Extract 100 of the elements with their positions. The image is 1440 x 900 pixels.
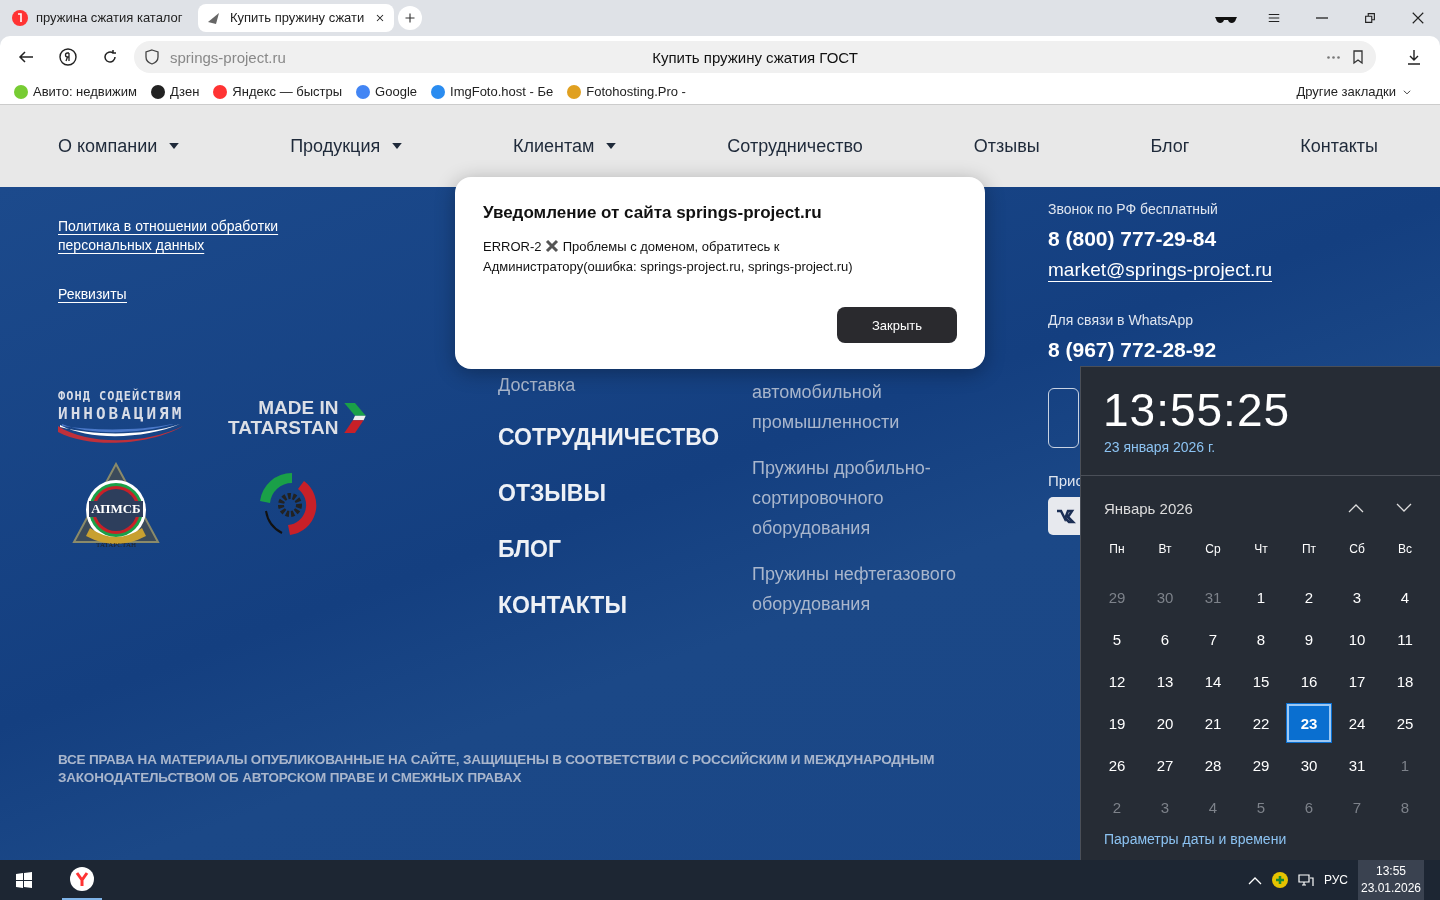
more-icon	[1327, 55, 1340, 59]
other-bookmarks-button[interactable]: Другие закладки	[1296, 84, 1412, 100]
date-link[interactable]: 23 января 2026 г.	[1081, 437, 1216, 455]
network-icon	[1297, 872, 1314, 888]
vk-icon	[1056, 508, 1076, 524]
phone-number[interactable]: 8 (967) 772-28-92	[1048, 338, 1440, 362]
calendar-day[interactable]: 16	[1287, 662, 1331, 700]
calendar-day[interactable]: 1	[1383, 746, 1427, 784]
chevron-up-icon	[1348, 503, 1364, 513]
footer-section-link[interactable]: ОТЗЫВЫ	[498, 480, 752, 507]
calendar-day[interactable]: 8	[1239, 620, 1283, 658]
bookmark-item[interactable]: ImgFoto.host - Бе	[431, 84, 554, 100]
footer-section-link[interactable]: СОТРУДНИЧЕСТВО	[498, 424, 752, 451]
calendar-day[interactable]: 10	[1335, 620, 1379, 658]
language-indicator[interactable]: РУС	[1323, 873, 1348, 887]
minimize-icon	[1316, 16, 1328, 19]
phone-number[interactable]: 8 (800) 777-29-84	[1048, 227, 1440, 251]
calendar-day[interactable]: 2	[1287, 578, 1331, 616]
date-settings-link[interactable]: Параметры даты и времени	[1081, 831, 1287, 847]
windows-icon	[16, 872, 32, 888]
browser-logo-icon	[70, 867, 94, 891]
calendar-day[interactable]: 17	[1335, 662, 1379, 700]
bookmark-item[interactable]: Авито: недвижим	[14, 84, 137, 100]
weekday-label: Сб	[1348, 541, 1366, 558]
contact-label: Для связи в WhatsApp	[1048, 312, 1195, 328]
calendar-day[interactable]: 3	[1143, 788, 1187, 826]
emblem-text: АПМСБ	[89, 501, 143, 517]
browser-tab[interactable]: пружина сжатия каталог	[4, 3, 194, 32]
calendar-day[interactable]: 8	[1383, 788, 1427, 826]
calendar-day[interactable]: 11	[1383, 620, 1427, 658]
nav-item[interactable]: Продукция	[290, 135, 403, 157]
clock-time: 13:55:25	[1102, 383, 1292, 437]
chevron-up-icon	[1247, 875, 1262, 885]
weekday-label: Пт	[1300, 541, 1318, 558]
tray-app-icon	[1271, 872, 1288, 888]
weekday-label: Ср	[1204, 541, 1222, 558]
requisites-link[interactable]: Реквизиты	[58, 286, 127, 303]
chevron-down-icon	[1396, 503, 1412, 513]
download-icon	[1406, 49, 1422, 66]
calendar-day[interactable]: 7	[1191, 620, 1235, 658]
product-link[interactable]: автомобильной промышленности	[752, 377, 982, 437]
address-bar[interactable]: springs-project.ru Купить пружину сжатия ГОСТ	[134, 41, 1376, 74]
policy-link[interactable]: Политика в отношении обработки персональных данных	[58, 217, 290, 255]
shield-icon	[144, 49, 160, 66]
calendar-day[interactable]: 28	[1191, 746, 1235, 784]
calendar-day[interactable]: 30	[1287, 746, 1331, 784]
footer-link[interactable]: Доставка	[498, 375, 752, 396]
calendar-day[interactable]: 21	[1191, 704, 1235, 742]
logo-text: ФОНД СОДЕЙСТВИЯ	[58, 389, 183, 404]
browser-tab[interactable]: Купить пружину сжати	[198, 3, 394, 32]
calendar-day[interactable]: 7	[1335, 788, 1379, 826]
close-dialog-button[interactable]: Закрыть	[837, 307, 957, 343]
email-link[interactable]: market@springs-project.ru	[1048, 259, 1273, 282]
footer-section-link[interactable]: КОНТАКТЫ	[498, 592, 752, 619]
calendar-day[interactable]: 4	[1383, 578, 1427, 616]
new-tab-button[interactable]	[398, 5, 422, 30]
bookmark-item[interactable]: Яндекс — быстры	[213, 84, 343, 100]
calendar-day[interactable]: 13	[1143, 662, 1187, 700]
nav-item[interactable]: Контакты	[1300, 135, 1378, 157]
calendar-day[interactable]: 20	[1143, 704, 1187, 742]
nav-item[interactable]: Блог	[1150, 135, 1190, 157]
calendar-day[interactable]: 18	[1383, 662, 1427, 700]
calendar-day[interactable]: 30	[1143, 578, 1187, 616]
bookmark-item[interactable]: Fotohosting.Pro -	[567, 84, 686, 100]
bookmark-item[interactable]: Дзен	[150, 84, 200, 100]
calendar-day[interactable]: 1	[1239, 578, 1283, 616]
weekday-label: Чт	[1253, 541, 1269, 558]
calendar-day[interactable]: 26	[1095, 746, 1139, 784]
bookmark-item[interactable]: Google	[356, 84, 418, 100]
bookmark-icon	[1350, 49, 1366, 66]
calendar-day[interactable]: 2	[1095, 788, 1139, 826]
product-link[interactable]: Пружины нефтегазового оборудования	[752, 559, 982, 619]
calendar-day[interactable]: 15	[1239, 662, 1283, 700]
nav-item[interactable]: Сотрудничество	[727, 135, 863, 157]
nav-item[interactable]: О компании	[58, 135, 180, 157]
nav-item[interactable]: Клиентам	[513, 135, 617, 157]
outline-button[interactable]	[1048, 388, 1079, 448]
calendar-day[interactable]: 12	[1095, 662, 1139, 700]
calendar-day[interactable]: 5	[1095, 620, 1139, 658]
calendar-day[interactable]: 6	[1143, 620, 1187, 658]
calendar-day[interactable]: 29	[1095, 578, 1139, 616]
calendar-day[interactable]: 25	[1383, 704, 1427, 742]
calendar-day[interactable]: 6	[1287, 788, 1331, 826]
footer-section-link[interactable]: БЛОГ	[498, 536, 752, 563]
calendar-day[interactable]: 23	[1287, 704, 1331, 742]
calendar-day[interactable]: 19	[1095, 704, 1139, 742]
calendar-day[interactable]: 3	[1335, 578, 1379, 616]
calendar-day[interactable]: 27	[1143, 746, 1187, 784]
product-link[interactable]: Пружины дробильно-сортировочного оборудования	[752, 453, 982, 543]
calendar-day[interactable]: 9	[1287, 620, 1331, 658]
calendar-day[interactable]: 5	[1239, 788, 1283, 826]
calendar-day[interactable]: 31	[1191, 578, 1235, 616]
calendar-day[interactable]: 29	[1239, 746, 1283, 784]
calendar-day[interactable]: 14	[1191, 662, 1235, 700]
taskbar-clock[interactable]: 13:55 23.01.2026	[1358, 860, 1424, 900]
nav-item[interactable]: Отзывы	[973, 135, 1040, 157]
calendar-day[interactable]: 4	[1191, 788, 1235, 826]
calendar-day[interactable]: 24	[1335, 704, 1379, 742]
calendar-day[interactable]: 22	[1239, 704, 1283, 742]
calendar-day[interactable]: 31	[1335, 746, 1379, 784]
